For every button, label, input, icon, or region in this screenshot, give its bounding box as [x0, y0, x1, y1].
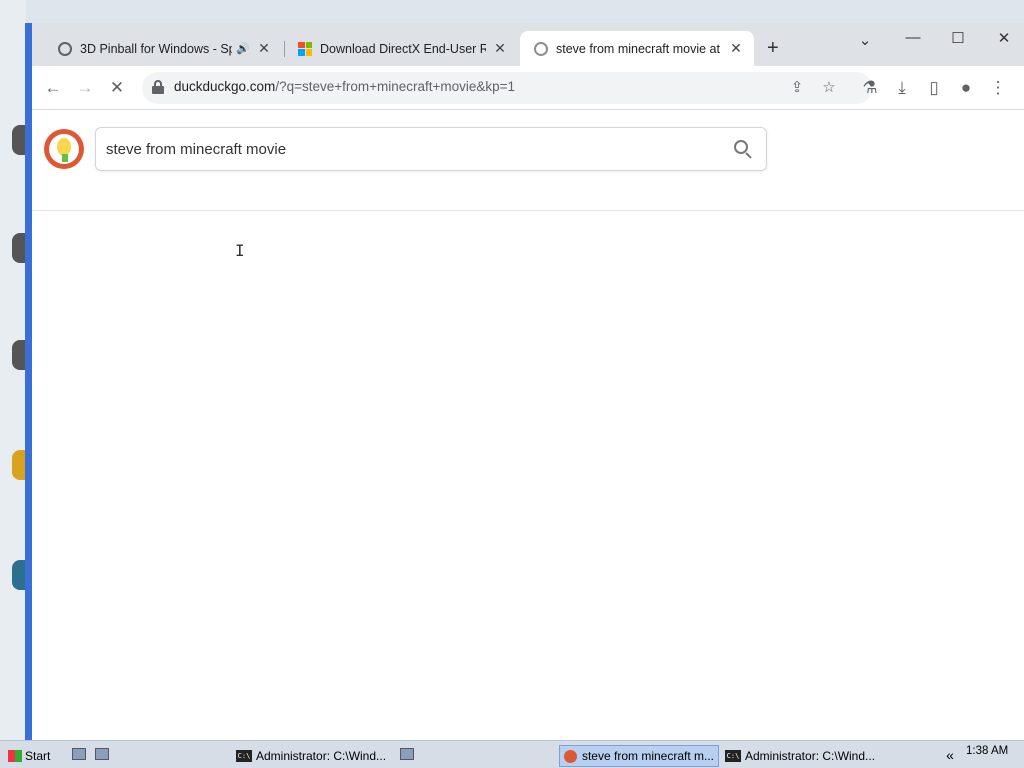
- microsoft-icon: [298, 41, 312, 56]
- close-window-icon[interactable]: ✕: [989, 29, 1019, 53]
- profile-avatar-icon[interactable]: ●: [954, 76, 978, 100]
- tab-directx[interactable]: Download DirectX End-User Ru ✕: [284, 31, 518, 66]
- page-content: I: [32, 111, 1024, 740]
- url-domain: duckduckgo.com: [174, 79, 276, 94]
- browser-toolbar: ← → ✕ duckduckgo.com/?q=steve+from+minec…: [32, 66, 1024, 110]
- download-icon[interactable]: ⤓: [890, 76, 914, 100]
- maximize-icon[interactable]: ☐: [943, 29, 973, 53]
- windows-flag-icon: [8, 750, 22, 762]
- bookmark-star-icon[interactable]: ☆: [819, 78, 839, 98]
- console-icon: C:\: [236, 750, 252, 762]
- minimize-icon[interactable]: —: [898, 29, 928, 53]
- tab-title: Download DirectX End-User Ru: [320, 41, 486, 56]
- duckduckgo-icon: [534, 41, 548, 56]
- lock-icon[interactable]: [152, 80, 164, 94]
- taskbar-item-browser[interactable]: steve from minecraft m...: [559, 745, 719, 767]
- new-tab-icon[interactable]: +: [767, 37, 779, 60]
- tab-search-chevron-icon[interactable]: ⌄: [850, 31, 880, 55]
- taskbar-item-label: Administrator: C:\Wind...: [745, 749, 876, 763]
- tab-strip: 3D Pinball for Windows - Sp 🔊 ✕ Download…: [32, 23, 1024, 66]
- taskbar-item-cmd-2[interactable]: C:\ Administrator: C:\Wind...: [725, 745, 875, 767]
- taskbar-item-label: steve from minecraft m...: [581, 749, 714, 763]
- taskbar-app-icon[interactable]: [400, 748, 414, 760]
- address-bar[interactable]: duckduckgo.com/?q=steve+from+minecraft+m…: [142, 72, 872, 104]
- close-tab-icon[interactable]: ✕: [492, 40, 508, 57]
- taskbar: Start C:\ Administrator: C:\Wind... stev…: [0, 740, 1024, 768]
- clock: 1:38 AM: [966, 745, 1009, 757]
- back-icon[interactable]: ←: [41, 76, 65, 100]
- url-text[interactable]: duckduckgo.com/?q=steve+from+minecraft+m…: [174, 79, 515, 94]
- search-box[interactable]: [95, 127, 767, 171]
- globe-icon: [58, 41, 72, 56]
- tab-title: 3D Pinball for Windows - Sp: [80, 41, 233, 56]
- menu-kebab-icon[interactable]: ⋮: [986, 76, 1010, 100]
- share-icon[interactable]: ⇪: [787, 78, 807, 98]
- close-tab-icon[interactable]: ✕: [256, 40, 272, 57]
- duckduckgo-icon: [564, 749, 577, 763]
- console-icon: C:\: [725, 750, 741, 762]
- search-icon[interactable]: [734, 140, 752, 159]
- start-button[interactable]: Start: [8, 745, 50, 767]
- forward-icon[interactable]: →: [73, 76, 97, 100]
- labs-flask-icon[interactable]: ⚗: [858, 76, 882, 100]
- side-panel-icon[interactable]: ▯: [922, 76, 946, 100]
- browser-window: 3D Pinball for Windows - Sp 🔊 ✕ Download…: [25, 23, 1024, 740]
- stop-loading-icon[interactable]: ✕: [105, 76, 129, 100]
- tab-duckduckgo[interactable]: steve from minecraft movie at D ✕: [520, 31, 754, 66]
- url-path: /?q=steve+from+minecraft+movie&kp=1: [275, 79, 516, 94]
- tab-pinball[interactable]: 3D Pinball for Windows - Sp 🔊 ✕: [44, 31, 282, 66]
- taskbar-item-cmd-1[interactable]: C:\ Administrator: C:\Wind...: [236, 745, 386, 767]
- close-tab-icon[interactable]: ✕: [728, 40, 744, 57]
- desktop-icon-strip: [0, 0, 28, 740]
- search-input[interactable]: [106, 138, 706, 160]
- text-cursor-icon: I: [235, 241, 245, 260]
- quick-launch-icon[interactable]: [95, 748, 109, 760]
- ddg-header: [32, 111, 1024, 211]
- tab-title: steve from minecraft movie at D: [556, 41, 722, 56]
- start-label: Start: [25, 749, 51, 763]
- speaker-icon[interactable]: 🔊: [236, 42, 250, 55]
- tray-expand-icon[interactable]: «: [938, 744, 962, 766]
- taskbar-item-label: Administrator: C:\Wind...: [256, 749, 387, 763]
- quick-launch-icon[interactable]: [72, 748, 86, 760]
- duckduckgo-logo-icon[interactable]: [44, 129, 84, 169]
